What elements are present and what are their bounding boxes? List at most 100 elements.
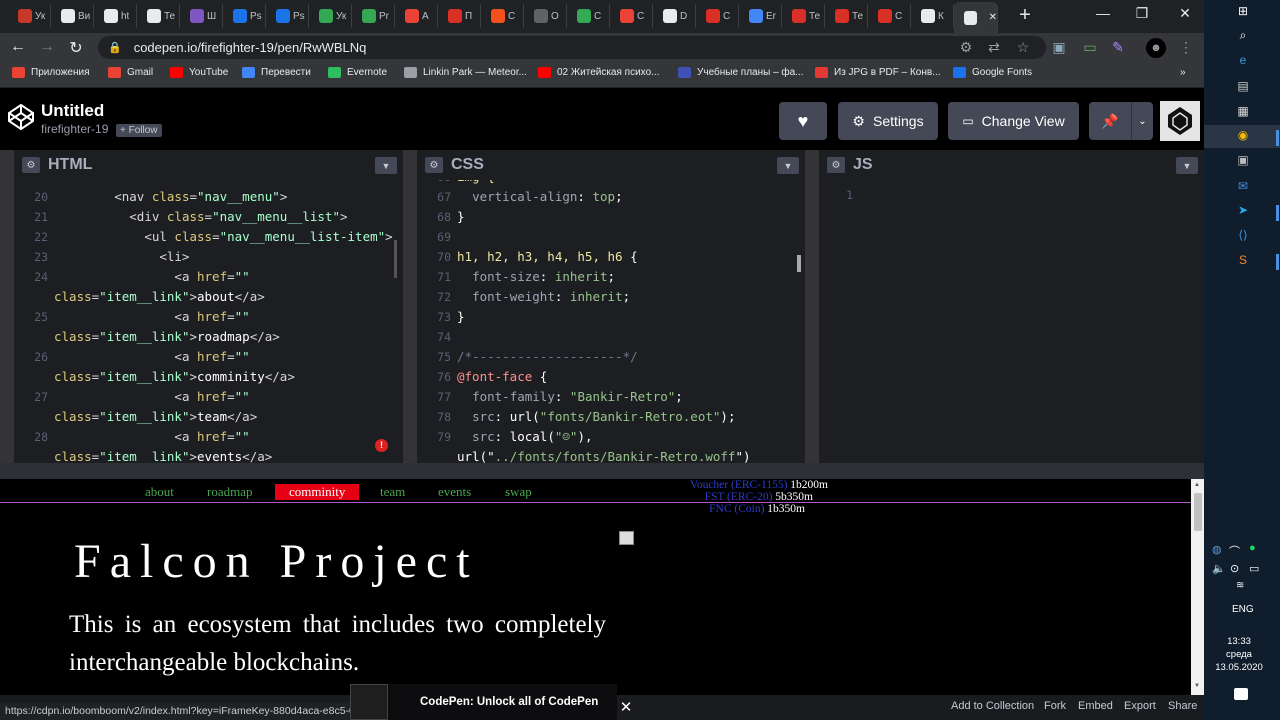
bookmarks-overflow-icon[interactable]: »	[1180, 67, 1186, 78]
pen-title[interactable]: Untitled	[41, 101, 104, 121]
browser-tab[interactable]: С	[868, 4, 911, 28]
bookmark-item[interactable]: Evernote	[328, 67, 387, 78]
browser-tab[interactable]: ht	[94, 4, 137, 28]
search-icon[interactable]: ⌕	[1234, 28, 1252, 44]
address-bar[interactable]: 🔒 codepen.io/firefighter-19/pen/RwWBLNq	[98, 36, 1046, 59]
gear-icon[interactable]: ⚙	[425, 157, 443, 173]
network-icon[interactable]: ◍	[1212, 543, 1222, 556]
browser-tab[interactable]: К	[911, 4, 954, 28]
html-editor[interactable]: ⚙ HTML ▼ 20 <nav class="nav__menu"> 21 <d…	[14, 150, 403, 463]
profile-avatar[interactable]: ☻	[1146, 38, 1166, 58]
nav-link-about[interactable]: about	[145, 484, 174, 500]
bookmark-item[interactable]: Из JPG в PDF – Конв...	[815, 67, 941, 78]
browser-tab[interactable]: О	[524, 4, 567, 28]
browser-tab[interactable]: Те	[782, 4, 825, 28]
editor-resizer[interactable]	[805, 150, 819, 463]
site-settings-icon[interactable]: ⚙	[956, 39, 976, 56]
gear-icon[interactable]: ⚙	[827, 157, 845, 173]
tray-icon[interactable]: ⌒	[1229, 543, 1240, 559]
pin-button[interactable]: 📌	[1089, 102, 1131, 140]
nav-link-swap[interactable]: swap	[505, 484, 532, 500]
code-area[interactable]: 1	[819, 180, 1204, 463]
menu-icon[interactable]: ⋮	[1176, 39, 1196, 56]
mail-icon[interactable]: ✉	[1234, 179, 1252, 195]
bookmark-item[interactable]: Учебные планы – фа...	[678, 67, 804, 78]
close-tab-icon[interactable]: ✕	[989, 12, 997, 23]
browser-tab[interactable]: Ук	[309, 4, 352, 28]
add-to-collection-button[interactable]: Add to Collection	[951, 700, 1034, 712]
browser-tab[interactable]: Ps	[223, 4, 266, 28]
change-view-button[interactable]: ▭ Change View	[948, 102, 1079, 140]
browser-tab[interactable]: Ви	[51, 4, 94, 28]
close-window-icon[interactable]: ✕	[1170, 5, 1200, 22]
bookmark-item[interactable]: Перевести	[242, 67, 311, 78]
error-icon[interactable]: !	[375, 439, 388, 452]
browser-tab[interactable]: Pr	[352, 4, 395, 28]
browser-tab[interactable]: Ps	[266, 4, 309, 28]
chevron-down-icon[interactable]: ▼	[1176, 157, 1198, 174]
bookmark-item[interactable]: YouTube	[170, 67, 228, 78]
codepen-logo-icon[interactable]	[6, 102, 36, 132]
nav-link-events[interactable]: events	[438, 484, 471, 500]
browser-tab[interactable]: Те	[137, 4, 180, 28]
extension-icon[interactable]: ▣	[1049, 39, 1069, 56]
reload-icon[interactable]: ↻	[66, 38, 86, 58]
close-icon[interactable]: ✕	[617, 698, 635, 716]
pin-dropdown[interactable]: ⌄	[1131, 102, 1153, 140]
vscode-icon[interactable]: ⟨⟩	[1234, 228, 1252, 244]
spotify-icon[interactable]: ●	[1249, 542, 1256, 554]
steam-icon[interactable]: ⊙	[1230, 562, 1239, 575]
clock[interactable]: 13:33 среда 13.05.2020	[1206, 635, 1272, 674]
scrollbar-thumb[interactable]	[1194, 493, 1202, 531]
translate-icon[interactable]: ⇄	[984, 39, 1004, 56]
nav-link-comminity[interactable]: comminity	[275, 484, 360, 500]
extension-icon[interactable]: ✎	[1108, 39, 1128, 56]
browser-tab[interactable]: П	[438, 4, 481, 28]
browser-tab[interactable]: С	[610, 4, 653, 28]
share-button[interactable]: Share	[1168, 700, 1197, 712]
app-icon[interactable]: ▣	[1234, 153, 1252, 169]
bookmark-star-icon[interactable]: ☆	[1013, 39, 1033, 56]
bookmark-item[interactable]: 02 Житейская психо...	[538, 67, 659, 78]
nav-link-team[interactable]: team	[380, 484, 405, 500]
chevron-down-icon[interactable]: ▼	[777, 157, 799, 174]
file-explorer-icon[interactable]: ▤	[1234, 79, 1252, 95]
browser-tab[interactable]: D	[653, 4, 696, 28]
code-area[interactable]: 20 <nav class="nav__menu"> 21 <div class=…	[14, 180, 403, 463]
forward-icon[interactable]: →	[37, 38, 57, 56]
export-button[interactable]: Export	[1124, 700, 1156, 712]
sublime-icon[interactable]: S	[1234, 253, 1252, 269]
bookmark-item[interactable]: Google Fonts	[953, 67, 1032, 78]
minimize-icon[interactable]: —	[1088, 5, 1118, 21]
follow-button[interactable]: + Follow	[116, 124, 162, 137]
windows-start-icon[interactable]: ⊞	[1234, 4, 1252, 20]
new-tab-button[interactable]: +	[1014, 4, 1036, 27]
heart-button[interactable]: ♥	[779, 102, 827, 140]
browser-tab[interactable]: Ш	[180, 4, 223, 28]
edge-icon[interactable]: e	[1234, 53, 1252, 69]
css-editor[interactable]: ⚙ CSS ▼ 66img {67 vertical-align: top;68…	[417, 150, 805, 463]
extension-icon[interactable]: ▭	[1080, 39, 1100, 56]
preview-resizer[interactable]	[0, 463, 1204, 479]
browser-tab[interactable]: А	[395, 4, 438, 28]
notification-icon[interactable]	[1234, 688, 1248, 700]
wifi-icon[interactable]: ≋	[1236, 580, 1244, 591]
code-area[interactable]: 66img {67 vertical-align: top;68}6970h1,…	[417, 180, 805, 463]
embed-button[interactable]: Embed	[1078, 700, 1113, 712]
scrollbar[interactable]	[394, 240, 397, 278]
store-icon[interactable]: ▦	[1234, 104, 1252, 120]
maximize-icon[interactable]: ❐	[1127, 5, 1157, 22]
pen-author[interactable]: firefighter-19	[41, 122, 108, 136]
scroll-up-icon[interactable]: ▲	[1194, 482, 1200, 488]
nav-link-roadmap[interactable]: roadmap	[207, 484, 252, 500]
promo-banner[interactable]: CodePen: Unlock all of CodePen	[350, 684, 617, 720]
browser-tab[interactable]: ✕	[954, 2, 998, 33]
back-icon[interactable]: ←	[8, 38, 28, 56]
telegram-icon[interactable]: ➤	[1234, 203, 1252, 219]
browser-tab[interactable]: Те	[825, 4, 868, 28]
scrollbar[interactable]	[797, 255, 801, 272]
user-avatar[interactable]	[1160, 101, 1200, 141]
browser-tab[interactable]: С	[567, 4, 610, 28]
chrome-icon[interactable]: ◉	[1234, 128, 1252, 144]
settings-button[interactable]: ⚙ Settings	[838, 102, 938, 140]
